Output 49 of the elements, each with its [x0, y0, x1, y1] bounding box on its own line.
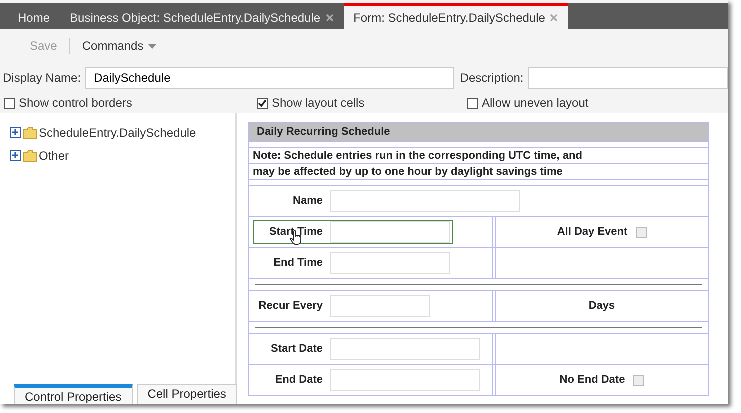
- checkbox[interactable]: [4, 98, 15, 108]
- input-field[interactable]: [330, 369, 480, 391]
- input-field[interactable]: [330, 221, 450, 243]
- field-label: End Date: [274, 374, 324, 386]
- tab-label: Form: ScheduleEntry.DailySchedule: [354, 10, 546, 24]
- note-text: may be affected by up to one hour by daylight savings time: [249, 164, 708, 180]
- tab[interactable]: Business Object: ScheduleEntry.DailySchedule: [60, 3, 344, 29]
- tab-label: Home: [18, 10, 50, 24]
- field-label: Start Time: [268, 226, 324, 238]
- form-title: Daily Recurring Schedule: [249, 123, 708, 142]
- field-label: Name: [292, 195, 324, 207]
- field-label: Display Name:: [3, 71, 82, 85]
- tab-label: Business Object: ScheduleEntry.DailySchedule: [70, 10, 321, 24]
- unit-label: Days: [588, 300, 616, 312]
- selected-cell[interactable]: Start Time: [253, 220, 453, 244]
- input-field[interactable]: [330, 295, 430, 317]
- close-icon[interactable]: [550, 14, 558, 22]
- checkbox-label: Show control borders: [19, 96, 132, 110]
- description-field[interactable]: [528, 67, 728, 89]
- checkbox[interactable]: [633, 374, 644, 386]
- input-field[interactable]: [330, 338, 480, 360]
- field-label: End Time: [272, 257, 324, 269]
- tab[interactable]: Cell Properties: [136, 384, 238, 404]
- field-label: Recur Every: [258, 300, 324, 312]
- note-text: Note: Schedule entries run in the corresponding UTC time, and: [249, 148, 708, 164]
- tab[interactable]: Control Properties: [14, 384, 133, 404]
- field-label: All Day Event: [557, 226, 628, 238]
- commands-menu-button[interactable]: Commands: [82, 39, 157, 53]
- input-field[interactable]: [330, 190, 520, 212]
- close-icon[interactable]: [326, 14, 334, 22]
- checkbox-label: Allow uneven layout: [482, 96, 589, 110]
- expand-icon[interactable]: [10, 127, 21, 138]
- tab[interactable]: Home: [8, 3, 60, 29]
- checkbox[interactable]: [467, 98, 478, 108]
- caret-icon: [148, 44, 157, 48]
- expand-icon[interactable]: [10, 150, 21, 161]
- folder-icon: [23, 150, 37, 162]
- field-label: Start Date: [270, 343, 324, 355]
- tree-item[interactable]: Other: [39, 148, 70, 162]
- tree-item[interactable]: ScheduleEntry.DailySchedule: [39, 126, 196, 140]
- input-field[interactable]: [330, 252, 450, 274]
- checkbox[interactable]: [257, 98, 268, 108]
- checkbox[interactable]: [636, 226, 647, 238]
- display-name-field[interactable]: DailySchedule: [85, 67, 454, 89]
- folder-icon: [23, 126, 37, 138]
- field-label: No End Date: [560, 374, 626, 386]
- tab[interactable]: Form: ScheduleEntry.DailySchedule: [344, 3, 568, 29]
- field-label: Description:: [460, 71, 524, 85]
- checkbox-label: Show layout cells: [272, 96, 365, 110]
